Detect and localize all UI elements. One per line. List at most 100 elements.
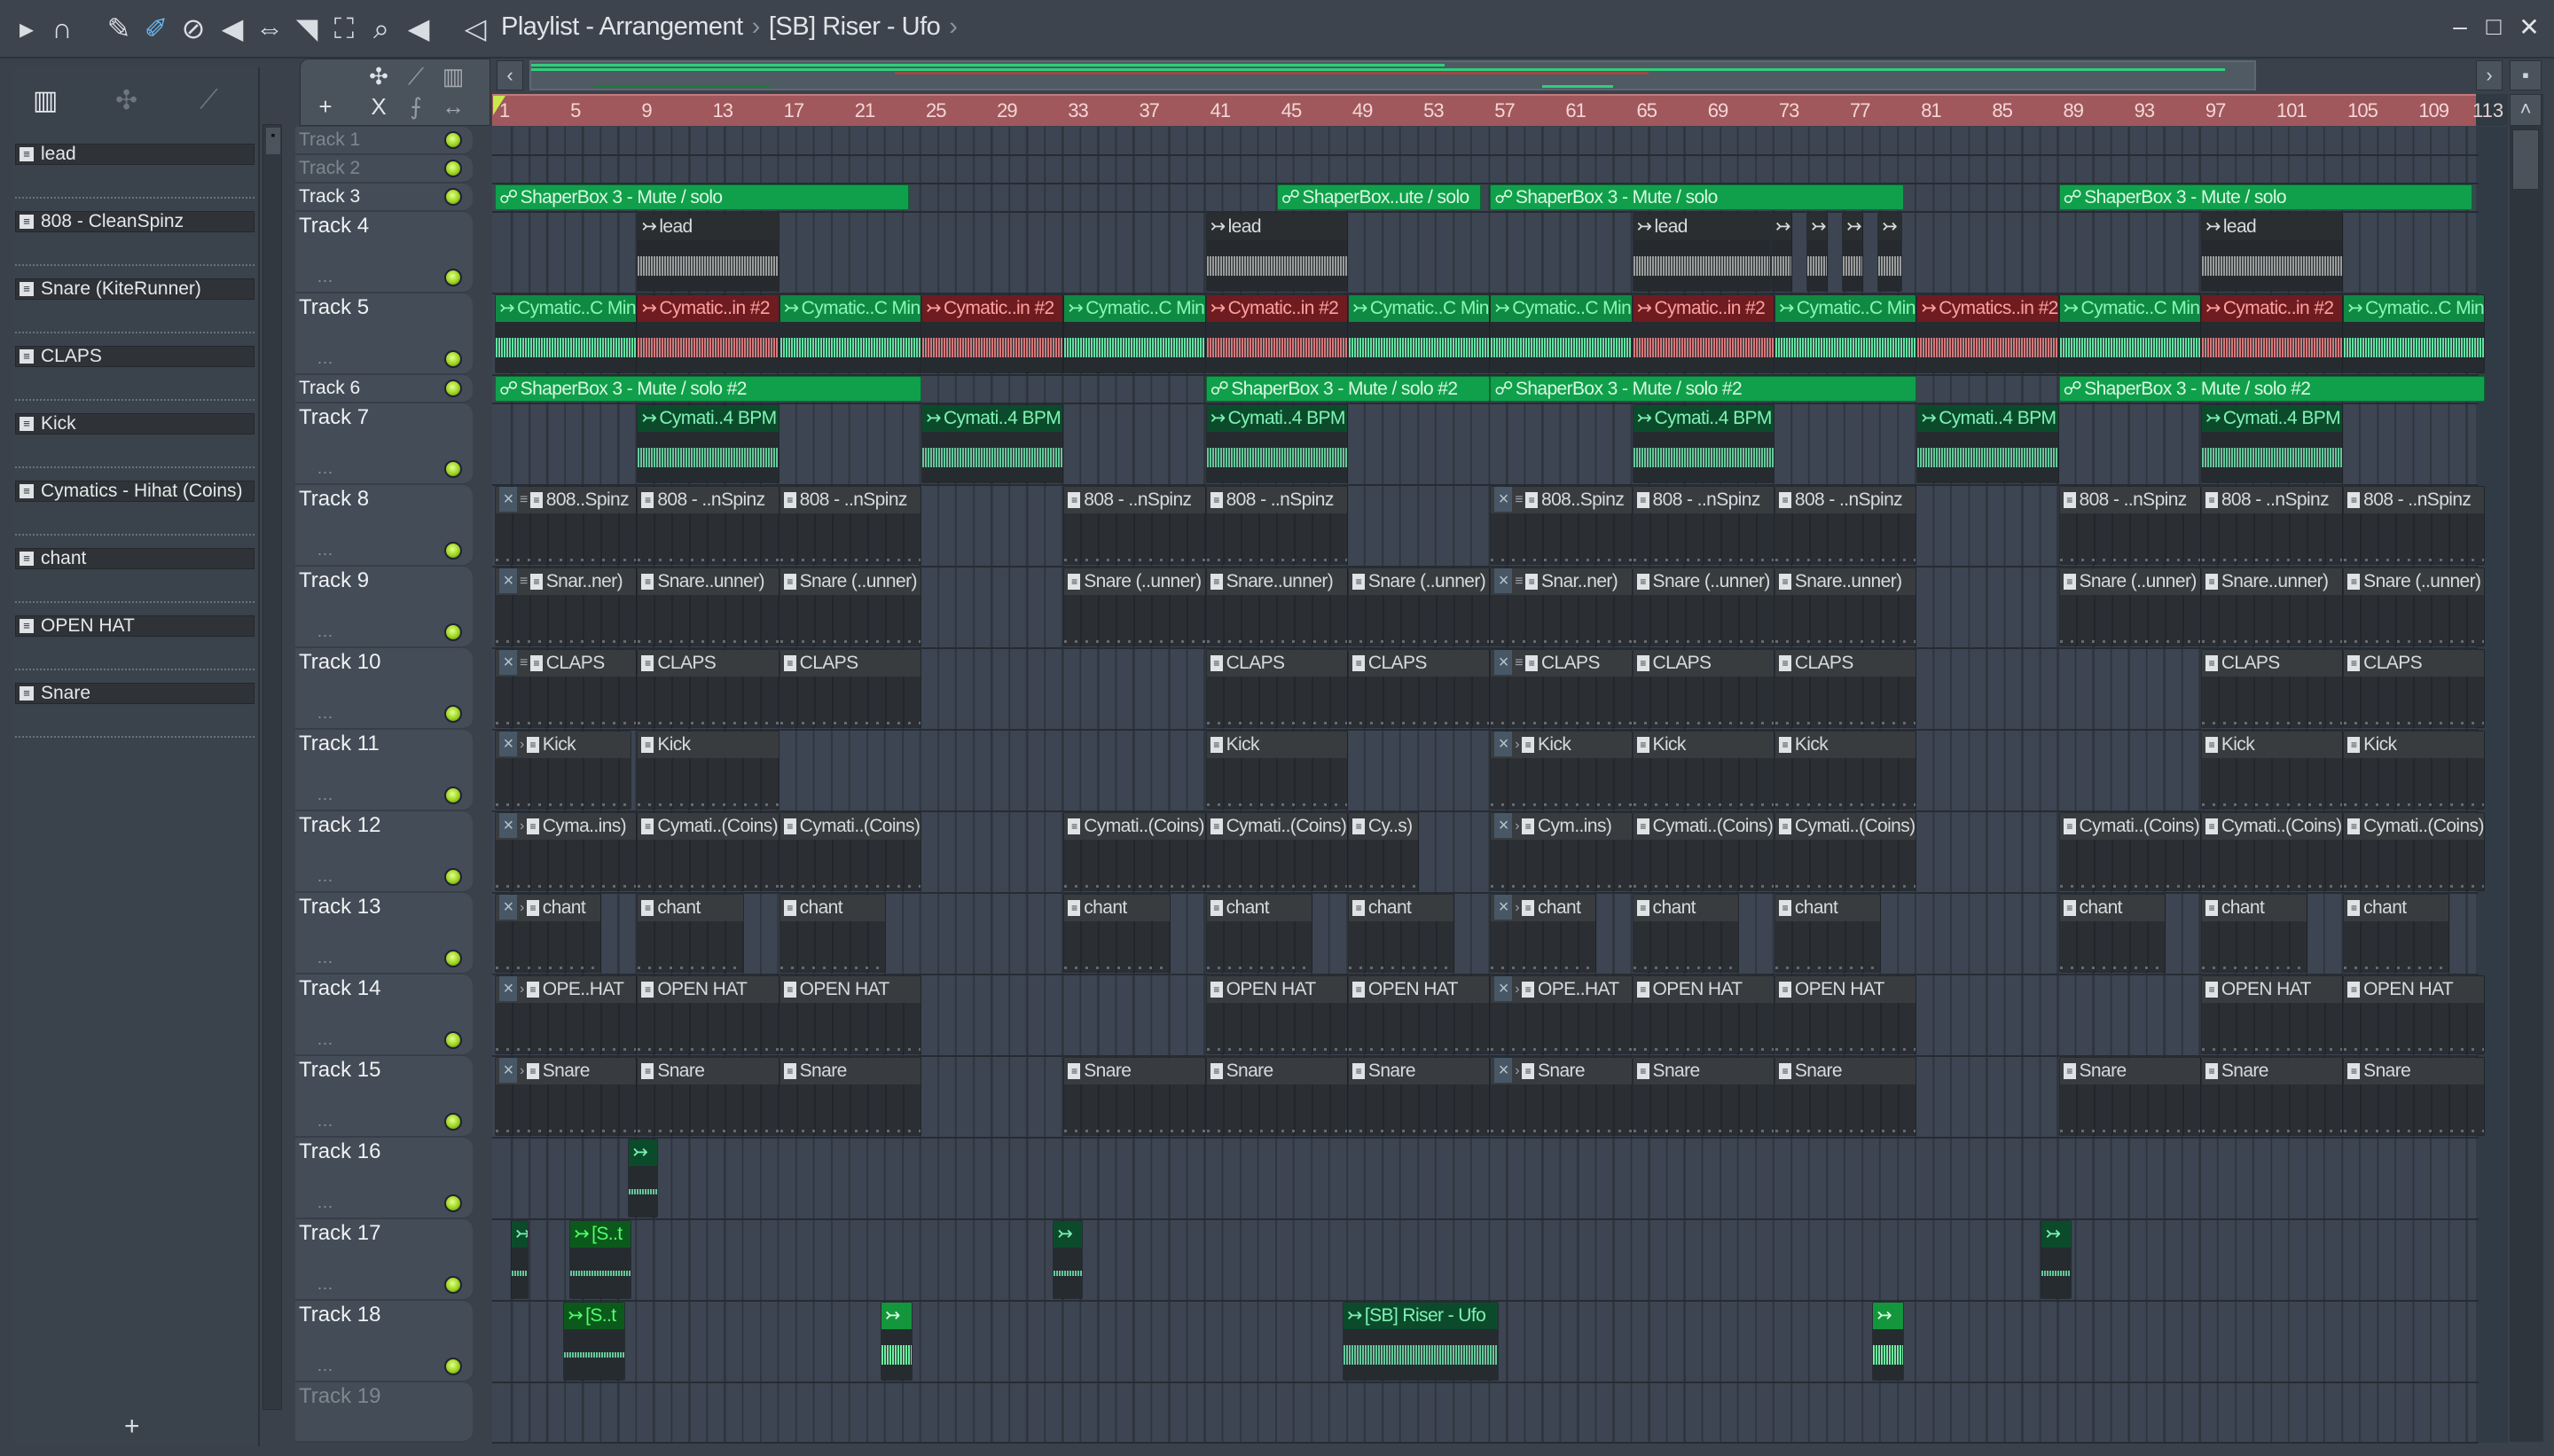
track-enable-led[interactable] [444,1358,462,1375]
clip-pattern[interactable]: ≡ Snare [1347,1057,1491,1136]
x-icon[interactable]: X [363,93,395,121]
track-enable-led[interactable] [444,269,462,286]
clip-audio-gray[interactable]: ↣ [1806,213,1828,292]
clip-pattern[interactable]: × › ≡ Cyma..ins) [495,812,638,891]
clip-pattern[interactable]: ≡ Snare (..unner) [779,568,921,646]
track-enable-led[interactable] [444,188,462,206]
clip-pattern[interactable]: × ≡ ≡ 808..Spinz [495,486,638,565]
clip-audio-green[interactable]: ↣ Cymatic..C Min [1774,294,1917,373]
clip-pattern[interactable]: ≡ chant [1347,894,1455,973]
clip-pattern[interactable]: × › ≡ OPE..HAT [1490,975,1633,1054]
clip-pattern[interactable]: ≡ Snare [2343,1057,2486,1136]
clip-pattern[interactable]: ≡ 808 - ..nSpinz [1063,486,1206,565]
picker-scrollbar[interactable] [262,124,282,1410]
add-track-icon[interactable]: + [309,93,341,121]
clip-audio-bright[interactable]: ↣ [880,1302,913,1381]
clip-audio-dark[interactable]: ↣ Cymati..4 BPM [1632,404,1774,483]
clip-pattern[interactable]: ≡ 808 - ..nSpinz [1205,486,1348,565]
track-header[interactable]: Track 5... [295,294,473,375]
clip-pattern[interactable]: ≡ chant [1063,894,1171,973]
track-header[interactable]: Track 14... [295,975,473,1056]
clip-audio-dark[interactable]: ↣ Cymati..4 BPM [2200,404,2344,483]
channel-item[interactable]: ≡ CLAPS [15,346,255,367]
clip-pattern[interactable]: ≡ Snare [1063,1057,1206,1136]
track-header[interactable]: Track 12... [295,811,473,893]
track-options-icon[interactable]: ... [317,949,333,967]
clip-pattern[interactable]: ≡ OPEN HAT [779,975,921,1054]
channel-item[interactable]: ≡ Snare (KiteRunner) [15,278,255,300]
scroll-left-button[interactable]: ‹ [497,60,523,90]
magnet-icon[interactable]: ∩ [46,12,78,44]
add-button[interactable]: + [124,1412,140,1442]
clip-pattern[interactable]: × ≡ ≡ Snar..ner) [1490,568,1633,646]
clip-pattern[interactable]: ≡ Kick [2200,731,2344,810]
clip-audio-red[interactable]: ↣ Cymatics..in #2 [1916,294,2059,373]
slip-icon[interactable]: ⇔ [254,12,286,44]
track-header[interactable]: Track 6 [295,375,473,403]
mute-marker-icon[interactable]: × [1494,650,1513,675]
clip-pattern[interactable]: ≡ Snare [1632,1057,1774,1136]
track-enable-led[interactable] [444,380,462,397]
clip-pattern[interactable]: ≡ OPEN HAT [2343,975,2486,1054]
track-enable-led[interactable] [444,460,462,478]
clip-audio-green[interactable]: ↣ Cymatic..C Min [1490,294,1633,373]
vertical-scrollbar[interactable] [2510,94,2543,1442]
mute-marker-icon[interactable]: × [1494,895,1513,920]
clip-audio-dark[interactable]: ↣ [SB] Riser - Ufo [1342,1302,1500,1381]
delete-icon[interactable]: ⊘ [177,12,209,44]
mute-marker-icon[interactable]: × [1494,813,1513,838]
clip-pattern[interactable]: ≡ Snare (..unner) [2058,568,2201,646]
clip-audio-gray[interactable]: ↣ lead [2200,213,2344,292]
track-header[interactable]: Track 17... [295,1219,473,1301]
track-enable-led[interactable] [444,1113,462,1131]
track-header[interactable]: Track 3 [295,184,473,212]
resize-icon[interactable]: ↔ [437,93,469,121]
clip-pattern[interactable]: ≡ chant [2058,894,2166,973]
vertical-scroll-thumb[interactable] [2512,129,2539,190]
clip-auto[interactable]: ☍ ShaperBox..ute / solo [1276,184,1482,210]
clip-pattern[interactable]: ≡ chant [637,894,744,973]
clip-pattern[interactable]: × › ≡ chant [495,894,602,973]
clip-audio-lime[interactable]: ↣ [S..t [569,1220,632,1299]
clip-pattern[interactable]: ≡ Cymati..(Coins) [2200,812,2344,891]
clip-audio-red[interactable]: ↣ Cymatic..in #2 [921,294,1064,373]
clip-audio-dark[interactable]: ↣ Cymati..4 BPM [637,404,780,483]
clip-pattern[interactable]: × ≡ ≡ CLAPS [1490,649,1633,728]
clip-pattern[interactable]: ≡ chant [1205,894,1312,973]
clip-pattern[interactable]: × › ≡ Kick [1490,731,1633,810]
clip-pattern[interactable]: ≡ CLAPS [1774,649,1917,728]
clip-pattern[interactable]: ≡ Snare [637,1057,780,1136]
current-pattern[interactable]: [SB] Riser - Ufo [769,12,941,41]
automation-icon[interactable]: ⟋ [400,63,432,91]
clip-pattern[interactable]: ≡ chant [779,894,886,973]
clip-pattern[interactable]: ≡ 808 - ..nSpinz [2200,486,2344,565]
track-options-icon[interactable]: ... [317,1030,333,1049]
track-header[interactable]: Track 7... [295,403,473,485]
mute-marker-icon[interactable]: × [499,976,517,1001]
clip-pattern[interactable]: ≡ CLAPS [779,649,921,728]
clip-audio-lime[interactable]: ↣ [S..t [563,1302,626,1381]
clip-pattern[interactable]: ≡ 808 - ..nSpinz [2343,486,2486,565]
clip-audio-gray[interactable]: ↣ [1770,213,1792,292]
clip-audio-dark[interactable]: ↣ [1053,1220,1084,1299]
channel-item[interactable]: ≡ 808 - CleanSpinz [15,211,255,232]
track-enable-led[interactable] [444,1194,462,1212]
clip-pattern[interactable]: ≡ Snare (..unner) [1063,568,1206,646]
mute-marker-icon[interactable]: × [499,650,517,675]
clip-pattern[interactable]: ≡ Cy..s) [1347,812,1420,891]
clip-auto[interactable]: ☍ ShaperBox 3 - Mute / solo [2058,184,2473,210]
mute-marker-icon[interactable]: × [499,895,517,920]
clip-pattern[interactable]: ≡ CLAPS [2200,649,2344,728]
clip-pattern[interactable]: ≡ 808 - ..nSpinz [779,486,921,565]
clip-pattern[interactable]: ≡ Cymati..(Coins) [2058,812,2201,891]
track-header[interactable]: Track 19 [295,1382,473,1443]
clip-pattern[interactable]: ≡ Cymati..(Coins) [637,812,780,891]
clip-pattern[interactable]: ≡ Cymati..(Coins) [2343,812,2486,891]
clip-pattern[interactable]: ≡ chant [2343,894,2450,973]
clip-pattern[interactable]: ≡ OPEN HAT [2200,975,2344,1054]
clip-pattern[interactable]: ≡ 808 - ..nSpinz [1632,486,1774,565]
clip-pattern[interactable]: ≡ CLAPS [1632,649,1774,728]
clip-pattern[interactable]: × ≡ ≡ CLAPS [495,649,638,728]
clip-pattern[interactable]: ≡ Snare..unner) [1774,568,1917,646]
clip-pattern[interactable]: ≡ chant [2200,894,2308,973]
